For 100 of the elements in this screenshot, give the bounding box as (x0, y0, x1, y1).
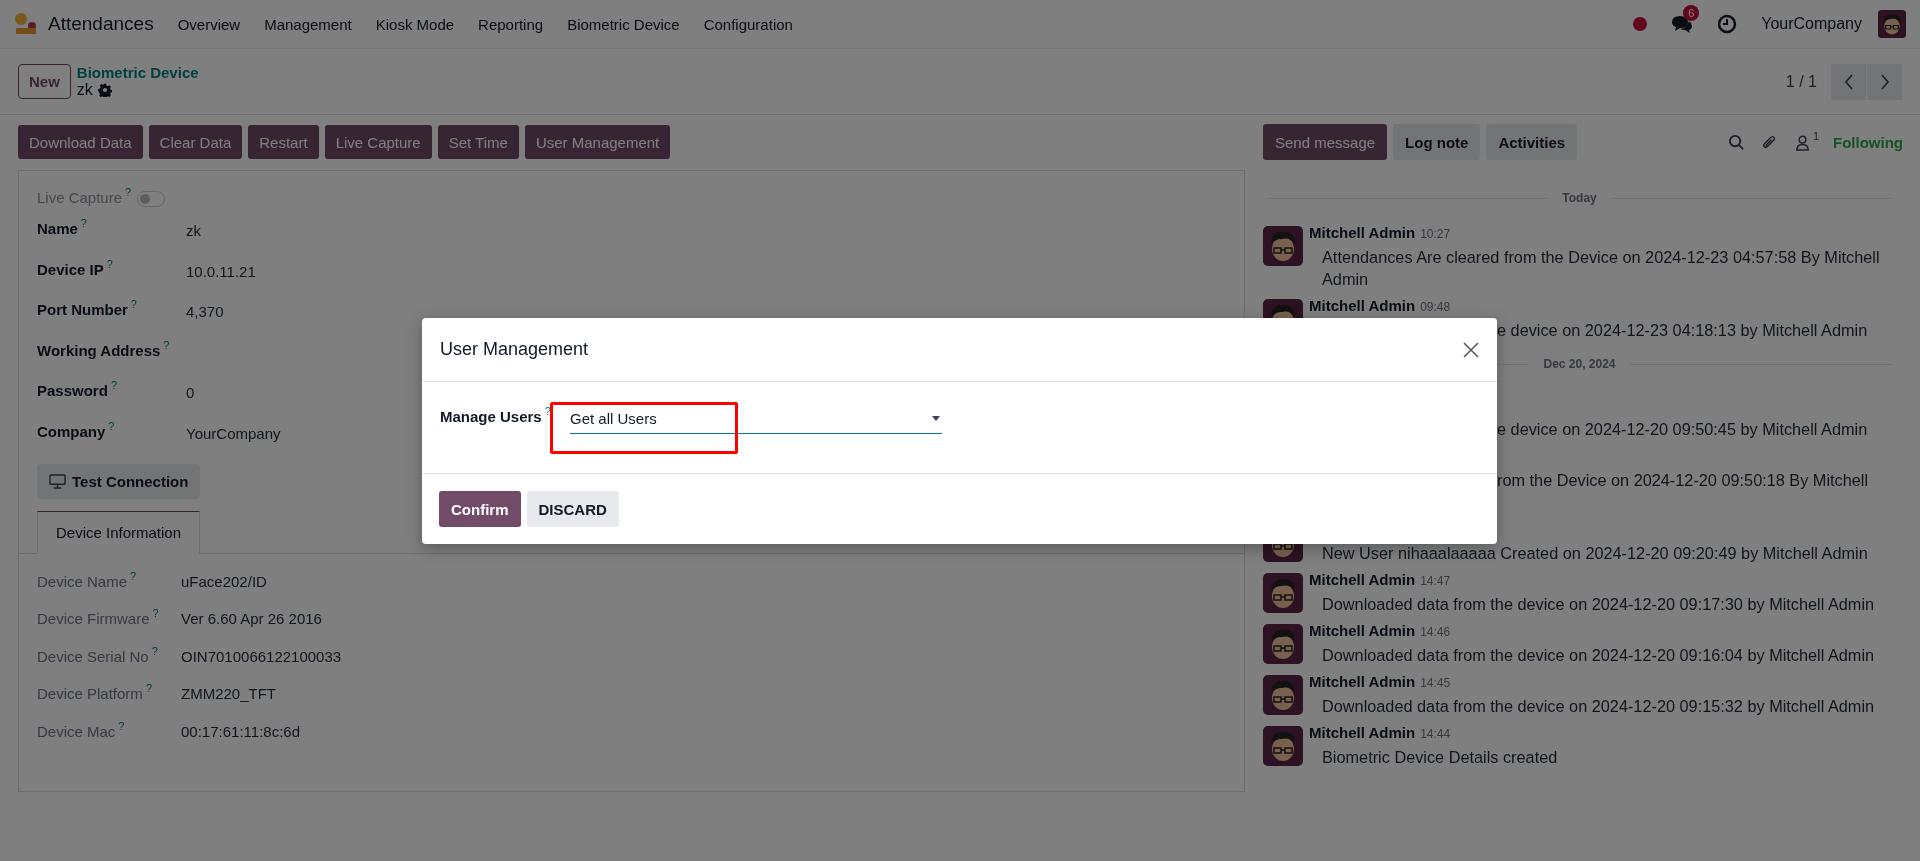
action-button[interactable]: Clear Data (148, 125, 243, 159)
action-button[interactable]: User Management (524, 125, 671, 159)
user-avatar (1263, 573, 1303, 613)
user-avatar (1878, 10, 1906, 38)
test-connection-button[interactable]: Test Connection (37, 463, 201, 499)
message-text: Attendances Are cleared from the Device on 2024-12-23 04:57:58 By Mitchell Admin (1322, 247, 1881, 290)
field-value: 4,370 (186, 303, 224, 321)
help-mark[interactable]: ? (544, 405, 551, 425)
field-label: Device Name (37, 572, 128, 592)
message-author: Mitchell Admin (1309, 571, 1416, 588)
field-value: 10.0.11.21 (186, 262, 256, 280)
user-avatar (1263, 675, 1303, 715)
app-logo-icon[interactable] (14, 12, 38, 36)
paperclip-icon[interactable] (1760, 133, 1778, 151)
action-button[interactable]: Restart (248, 125, 319, 159)
next-button[interactable] (1867, 63, 1902, 100)
field-value: 00:17:61:11:8c:6d (181, 722, 300, 742)
following-status[interactable]: Following (1833, 133, 1903, 151)
action-button[interactable]: Live Capture (324, 125, 432, 159)
action-button[interactable]: Set Time (437, 125, 519, 159)
chatter-button[interactable]: Activities (1486, 124, 1578, 160)
help-mark[interactable]: ? (108, 419, 115, 440)
user-avatar (1263, 299, 1303, 318)
app-name[interactable]: Attendances (48, 13, 154, 35)
help-mark[interactable]: ? (145, 682, 152, 723)
settings-icon[interactable] (97, 83, 112, 97)
help-mark[interactable]: ? (163, 338, 170, 359)
field-value: ZMM220_TFT (181, 685, 276, 705)
user-avatar (1263, 726, 1303, 766)
user-avatar (1263, 226, 1303, 266)
message-time: 14:44 (1420, 727, 1451, 741)
message-text: New User nihaaalaaaaa Created on 2024-12-20 09:20:49 by Mitchell Admin (1322, 543, 1868, 564)
toggle-switch[interactable] (137, 191, 166, 207)
monitor-icon (49, 473, 66, 489)
date-separator: Today (1562, 191, 1597, 205)
close-icon[interactable] (1463, 341, 1479, 358)
message-author: Mitchell Admin (1309, 724, 1416, 741)
field-value: OIN7010066122100033 (181, 647, 342, 667)
previous-button[interactable] (1831, 63, 1866, 100)
chevron-left-icon (1843, 73, 1854, 90)
chatter-button[interactable]: Log note (1393, 124, 1481, 160)
dialog-button[interactable]: DISCARD (526, 491, 619, 527)
help-mark[interactable]: ? (110, 379, 117, 400)
action-button[interactable]: Download Data (18, 125, 143, 159)
help-mark[interactable]: ? (125, 186, 132, 198)
menu-item[interactable]: Biometric Device (567, 15, 680, 33)
field-value: 0 (186, 384, 195, 402)
help-mark[interactable]: ? (106, 257, 113, 278)
breadcrumb-link[interactable]: Biometric Device (76, 64, 199, 81)
message-time: 09:48 (1420, 300, 1451, 314)
message-text: e device on 2024-12-23 04:18:13 by Mitchell Admin (1497, 320, 1868, 341)
message-text: Downloaded data from the device on 2024-12-20 09:17:30 by Mitchell Admin (1322, 594, 1875, 615)
company-switcher[interactable]: YourCompany (1761, 15, 1862, 33)
help-mark[interactable]: ? (130, 569, 137, 611)
help-mark[interactable]: ? (80, 217, 87, 237)
new-button[interactable]: New (18, 64, 71, 99)
field-label: Password (37, 382, 108, 400)
user-avatar (1263, 624, 1303, 664)
field-label: Manage Users (440, 408, 542, 425)
message-count: 6 (1683, 5, 1700, 21)
field-label: Device Mac (37, 722, 116, 742)
message-time: 14:46 (1420, 625, 1451, 639)
help-mark[interactable]: ? (118, 719, 125, 761)
dialog-title: User Management (440, 339, 590, 360)
message-author: Mitchell Admin (1309, 673, 1416, 690)
message-time: 14:47 (1420, 574, 1451, 588)
field-label: Port Number (37, 301, 128, 319)
chatter-button[interactable]: Send message (1263, 124, 1388, 160)
field-label: Device IP (37, 260, 104, 278)
status-dot-icon[interactable] (1633, 17, 1648, 31)
user-icon[interactable] (1793, 133, 1811, 151)
menu-item[interactable]: Reporting (478, 15, 544, 33)
menu-item[interactable]: Configuration (703, 15, 793, 33)
field-label: Company (37, 422, 106, 440)
field-label: Name (37, 220, 78, 237)
field-value: zk (186, 222, 201, 239)
menu-item[interactable]: Management (264, 15, 352, 33)
tab[interactable]: Device Information (37, 510, 201, 554)
caret-icon (932, 416, 940, 421)
field-label: Live Capture (37, 189, 123, 206)
field-label: Device Firmware (37, 610, 150, 630)
help-mark[interactable]: ? (130, 298, 137, 319)
clock-icon[interactable] (1717, 14, 1738, 34)
dialog-button[interactable]: Confirm (439, 491, 521, 527)
field-label: Device Serial No (37, 647, 149, 667)
message-text: Biometric Device Details created (1322, 747, 1558, 768)
chat-icon[interactable] (1671, 15, 1694, 33)
record-name: zk (76, 81, 93, 99)
message-time: 10:27 (1420, 227, 1451, 241)
field-label: Device Platform (37, 685, 143, 705)
message-time: 14:45 (1420, 676, 1451, 690)
chevron-right-icon (1879, 73, 1890, 90)
search-icon[interactable] (1727, 133, 1745, 151)
date-separator: Dec 20, 2024 (1543, 357, 1616, 371)
menu-item[interactable]: Overview (177, 15, 241, 33)
message-text: Downloaded data from the device on 2024-12-20 09:16:04 by Mitchell Admin (1322, 645, 1875, 666)
message-text: Downloaded data from the device on 2024-12-20 09:15:32 by Mitchell Admin (1322, 696, 1875, 717)
manage-users-select[interactable]: Get all Users (570, 410, 942, 434)
field-value: uFace202/ID (181, 572, 267, 592)
menu-item[interactable]: Kiosk Mode (375, 15, 455, 33)
